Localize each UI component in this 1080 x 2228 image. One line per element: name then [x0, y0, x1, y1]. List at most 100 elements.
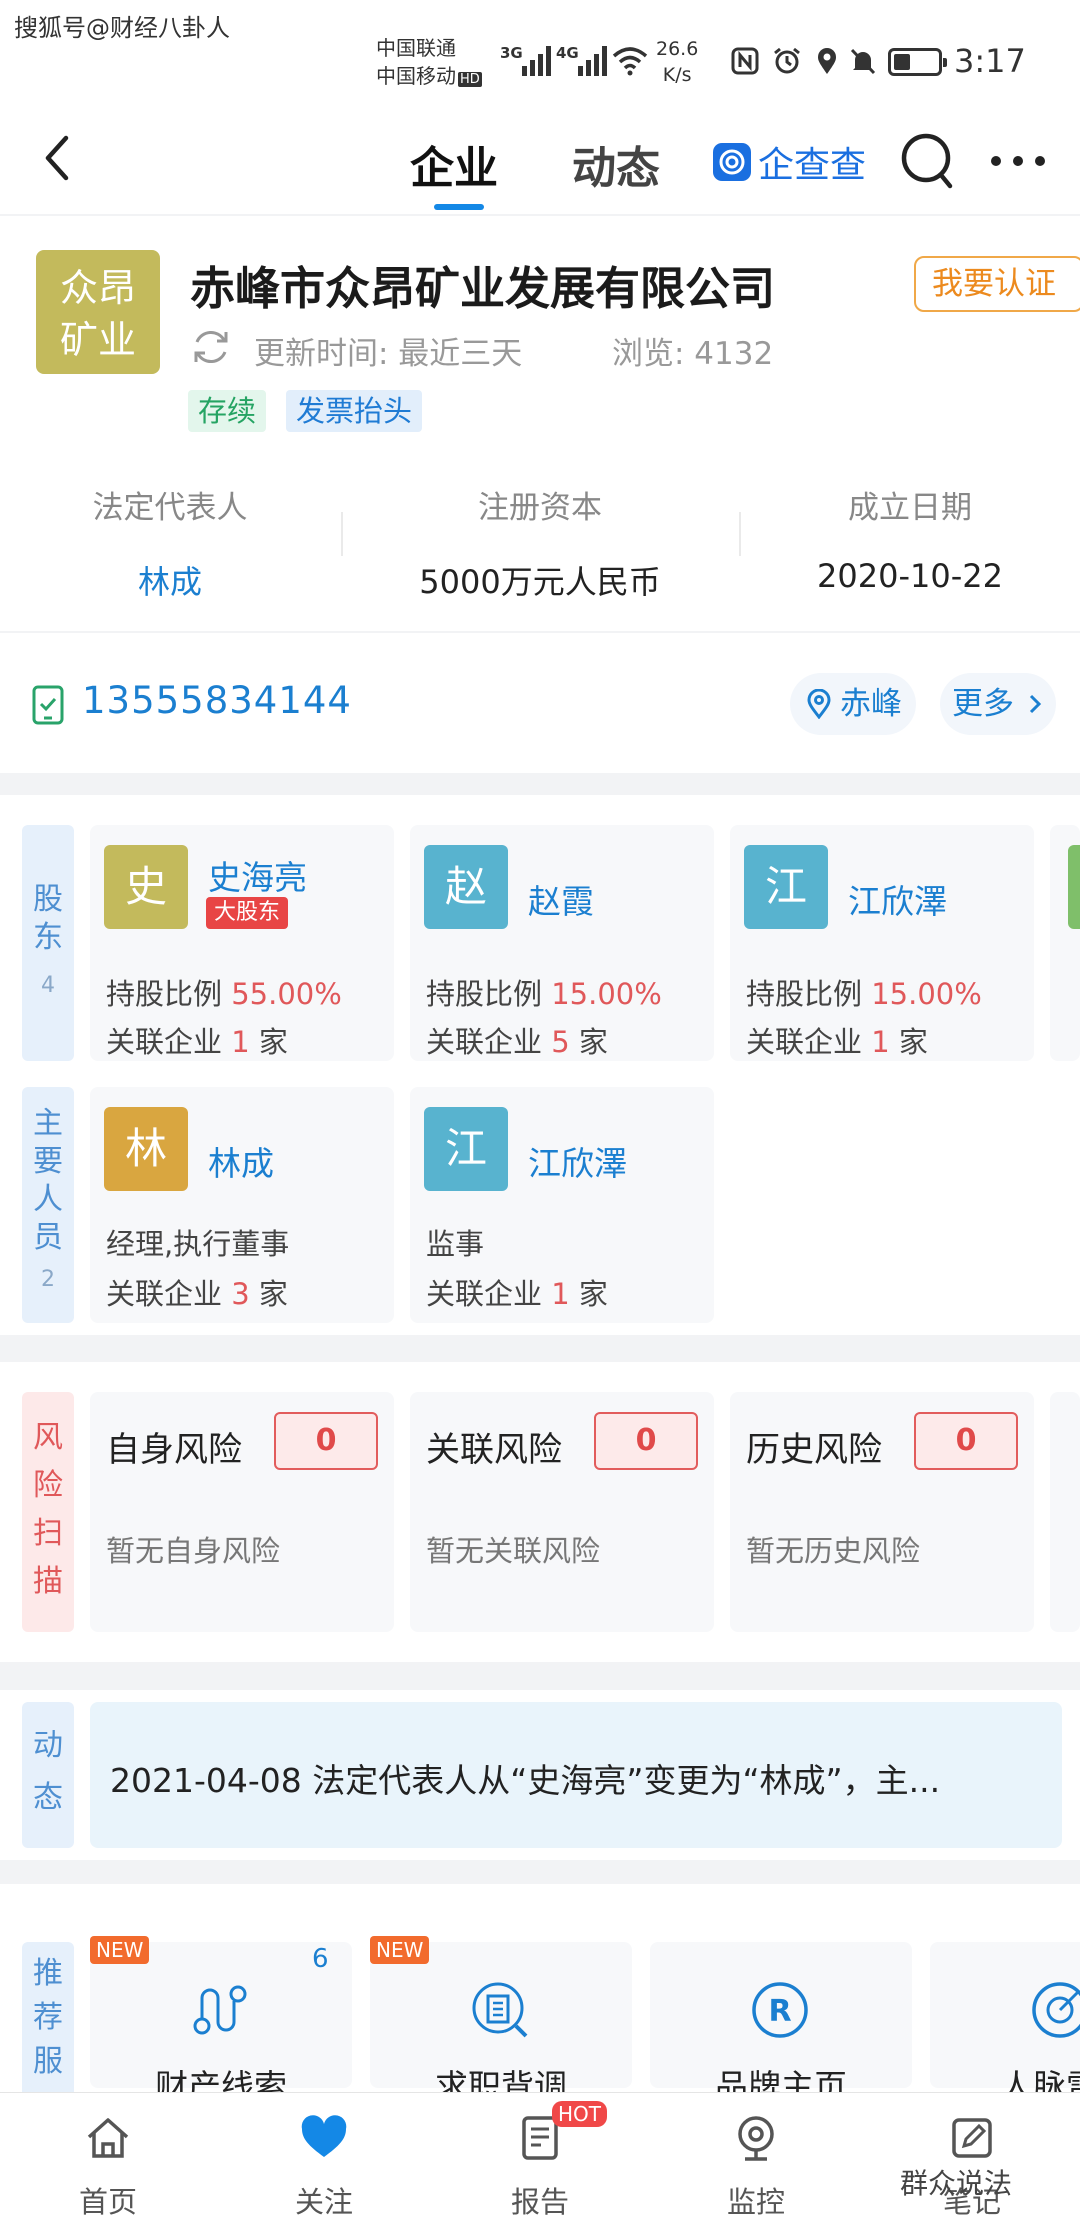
share-ratio: 持股比例 15.00%: [746, 977, 982, 1011]
tab-report[interactable]: HOT 报告: [432, 2093, 648, 2228]
shareholder-name[interactable]: 赵霞: [528, 875, 594, 923]
risk-card-history[interactable]: 历史风险 0 暂无历史风险: [730, 1392, 1034, 1632]
staff-label[interactable]: 主要人员 2: [22, 1087, 74, 1323]
tab-label: 监控: [726, 2185, 785, 2219]
staff-name[interactable]: 江欣澤: [528, 1137, 627, 1185]
bottom-tab-bar: 首页 关注 HOT 报告 监控 笔记: [0, 2092, 1080, 2228]
staff-count: 2: [41, 1267, 55, 1292]
location-pin-icon: [807, 689, 831, 719]
qichacha-brand[interactable]: 企查查: [712, 136, 866, 188]
shareholder-card[interactable]: 江 江欣澤 持股比例 15.00% 关联企业 1 家: [730, 825, 1034, 1061]
mute-icon: [850, 48, 876, 75]
shareholder-card-partial[interactable]: [1050, 825, 1080, 1061]
wifi-icon: [612, 47, 648, 76]
related-companies: 关联企业 1 家: [426, 1277, 608, 1311]
service-count: 6: [312, 1944, 329, 1974]
more-icon[interactable]: [988, 146, 1048, 176]
legal-rep-block: 法定代表人 林成: [5, 482, 335, 603]
related-companies: 关联企业 1 家: [106, 1025, 288, 1059]
related-companies: 关联企业 5 家: [426, 1025, 608, 1059]
risk-scan-label[interactable]: 风险扫描: [22, 1392, 74, 1632]
shareholder-card[interactable]: 赵 赵霞 持股比例 15.00% 关联企业 5 家: [410, 825, 714, 1061]
battery-icon: [888, 48, 947, 76]
risk-count: 0: [594, 1412, 698, 1470]
service-brand-page[interactable]: R 品牌主页: [650, 1942, 912, 2092]
location-button[interactable]: 赤峰: [790, 673, 916, 735]
more-label: 更多: [952, 686, 1014, 722]
related-companies: 关联企业 3 家: [106, 1277, 288, 1311]
staff-role: 经理,执行董事: [106, 1227, 290, 1261]
more-contact-button[interactable]: 更多: [940, 673, 1056, 735]
nav-bar: 企业 动态 企查查: [0, 110, 1080, 214]
tab-monitor[interactable]: 监控: [648, 2093, 864, 2228]
dynamics-text: 2021-04-08 法定代表人从“史海亮”变更为“林成”，主...: [110, 1761, 941, 1800]
staff-card[interactable]: 林 林成 经理,执行董事 关联企业 3 家: [90, 1087, 394, 1323]
registered-icon: R: [752, 1982, 808, 2038]
service-network-radar[interactable]: 人脉雷: [930, 1942, 1080, 2092]
invoice-tag[interactable]: 发票抬头: [286, 390, 423, 432]
tab-home[interactable]: 首页: [0, 2093, 216, 2228]
shareholder-name[interactable]: 史海亮: [208, 851, 307, 899]
service-asset-clues[interactable]: NEW 6 财产线索: [90, 1936, 352, 2092]
contact-row: 13555834144 赤峰 更多: [0, 633, 1080, 773]
tab-notes[interactable]: 笔记: [864, 2093, 1080, 2228]
dynamics-label[interactable]: 动态: [22, 1702, 74, 1848]
staff-role: 监事: [426, 1227, 485, 1261]
service-name: 财产线索: [155, 2067, 287, 2092]
avatar: 赵: [424, 845, 508, 929]
risk-card-related[interactable]: 关联风险 0 暂无关联风险: [410, 1392, 714, 1632]
founded-block: 成立日期 2020-10-22: [745, 482, 1075, 595]
service-name: 品牌主页: [715, 2067, 847, 2092]
new-badge: NEW: [370, 1936, 430, 1964]
building-search-icon: [472, 1982, 528, 2038]
major-shareholder-badge: 大股东: [206, 897, 289, 929]
back-icon[interactable]: [30, 128, 90, 188]
company-name: 赤峰市众昂矿业发展有限公司: [190, 262, 776, 315]
tab-label: 首页: [78, 2185, 137, 2219]
svg-text:R: R: [768, 1994, 791, 2029]
dynamics-item[interactable]: 2021-04-08 法定代表人从“史海亮”变更为“林成”，主...: [90, 1702, 1062, 1848]
risk-title: 自身风险: [106, 1430, 242, 1470]
risk-count: 0: [914, 1412, 1018, 1470]
legal-rep-value[interactable]: 林成: [5, 557, 335, 603]
risk-title: 关联风险: [426, 1430, 562, 1470]
refresh-icon[interactable]: [190, 326, 232, 368]
capital-value: 5000万元人民币: [419, 563, 661, 601]
staff-name[interactable]: 林成: [208, 1137, 274, 1185]
service-job-check[interactable]: NEW 求职背调: [370, 1936, 632, 2092]
tab-active-indicator: [434, 204, 484, 210]
service-name: 求职背调: [435, 2067, 567, 2092]
founded-label: 成立日期: [848, 490, 972, 526]
avatar: 林: [104, 1107, 188, 1191]
staff-card[interactable]: 江 江欣澤 监事 关联企业 1 家: [410, 1087, 714, 1323]
tab-enterprise[interactable]: 企业: [410, 132, 498, 196]
tab-follow[interactable]: 关注: [216, 2093, 432, 2228]
carrier-info: 中国联通 中国移动 HD: [376, 34, 482, 94]
view-count: 浏览: 4132: [612, 336, 774, 372]
tab-dynamics[interactable]: 动态: [572, 132, 660, 196]
phone-number[interactable]: 13555834144: [82, 679, 352, 722]
divider: [341, 512, 343, 556]
home-icon: [87, 2118, 129, 2158]
note-icon: [952, 2118, 992, 2158]
signal-icon: [522, 44, 551, 76]
nfc-icon: [731, 47, 759, 75]
shareholder-name[interactable]: 江欣澤: [848, 875, 947, 923]
status-tag: 存续: [188, 390, 267, 432]
risk-card-partial[interactable]: [1050, 1392, 1080, 1632]
risk-desc: 暂无历史风险: [746, 1534, 921, 1568]
search-icon[interactable]: [898, 130, 958, 194]
services-row: NEW 6 财产线索 NEW 求职背调 R 品牌主页 人脉: [90, 1936, 1080, 2092]
status-bar: 搜狐号@财经八卦人 中国联通 中国移动 HD 3G 4G 26.6 K/s 3:1…: [0, 0, 1080, 110]
dynamics-section: 动态 2021-04-08 法定代表人从“史海亮”变更为“林成”，主...: [0, 1690, 1080, 1860]
shareholders-label[interactable]: 股东 4: [22, 825, 74, 1061]
watermark-bottom: 群众说法: [900, 2167, 1013, 2200]
verify-button[interactable]: 我要认证: [914, 256, 1080, 312]
phone-icon: [32, 685, 64, 725]
risk-card-self[interactable]: 自身风险 0 暂无自身风险: [90, 1392, 394, 1632]
shareholders-count: 4: [41, 973, 55, 998]
capital-block: 注册资本 5000万元人民币: [375, 482, 705, 603]
shareholder-card[interactable]: 史 史海亮 大股东 持股比例 55.00% 关联企业 1 家: [90, 825, 394, 1061]
risk-section: 风险扫描 自身风险 0 暂无自身风险 关联风险 0 暂无关联风险 历史风险 0 …: [0, 1362, 1080, 1662]
services-label[interactable]: 推荐服: [22, 1942, 74, 2092]
